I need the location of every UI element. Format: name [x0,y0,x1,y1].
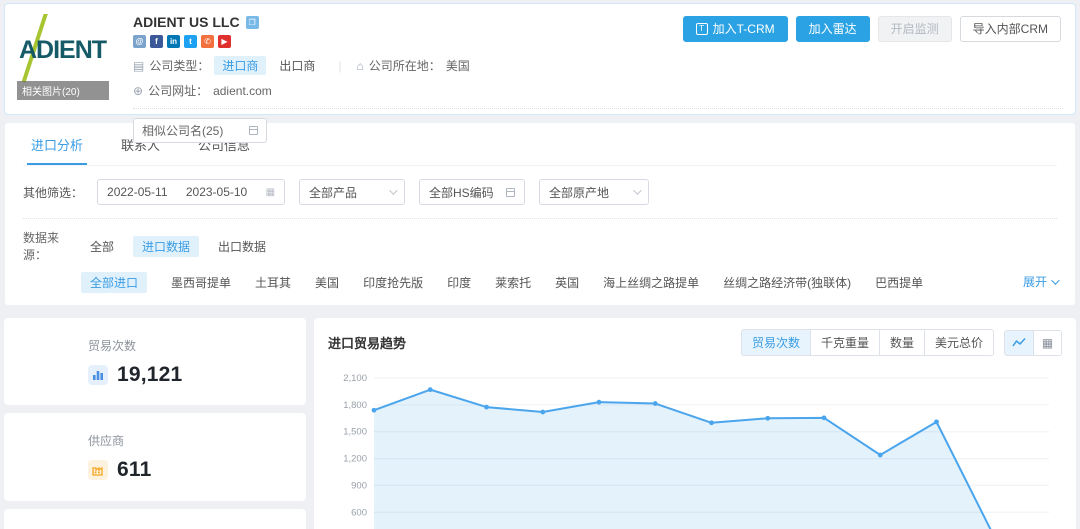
chart-title: 进口贸易趋势 [328,333,741,352]
region-tab-lesotho[interactable]: 莱索托 [495,274,531,291]
phone-icon[interactable]: ✆ [201,35,214,48]
website-icon[interactable]: @ [133,35,146,48]
twitter-icon[interactable]: t [184,35,197,48]
trade-count-label: 贸易次数 [88,337,306,354]
calendar-icon: ▦ [266,187,275,198]
svg-text:900: 900 [351,480,367,491]
filter-row: 其他筛选： 2022-05-11 2023-05-10 ▦ 全部产品 全部HS编… [23,179,1057,205]
chevron-down-icon [389,186,397,194]
region-tab-india[interactable]: 印度 [447,274,471,291]
panel-icon [506,188,515,197]
region-tab-all-import[interactable]: 全部进口 [81,272,147,293]
company-logo: ADIENT 相关图片(20) [17,14,117,104]
svg-text:1,500: 1,500 [343,427,367,438]
data-source-row: 数据来源： 全部 进口数据 出口数据 [23,229,1057,263]
supplier-card: 供应商 611 [4,413,306,500]
svg-text:1,800: 1,800 [343,400,367,411]
svg-text:600: 600 [351,507,367,518]
region-tab-uk[interactable]: 英国 [555,274,579,291]
data-source-label: 数据来源： [23,229,81,263]
logo-text: ADIENT [19,36,106,65]
start-monitor-button[interactable]: 开启监测 [878,16,952,42]
metric-trade-count[interactable]: 贸易次数 [742,330,811,355]
tab-import-analysis[interactable]: 进口分析 [27,123,87,165]
location-value: 美国 [446,57,470,74]
table-view-button[interactable]: ▦ [1033,331,1061,355]
panel-icon [249,126,258,135]
company-type-label: 公司类型： [149,57,209,74]
company-header-card: ADIENT 相关图片(20) ADIENT US LLC ❐ @ f in t… [4,3,1076,115]
last-import-card: 最近一次进口记录 2023-05-05 [4,509,306,529]
youtube-icon[interactable]: ▶ [218,35,231,48]
trade-count-card: 贸易次数 19,121 [4,318,306,405]
date-start: 2022-05-11 [107,185,168,199]
chevron-down-icon [1051,276,1059,284]
view-toggle-group: ▦ [1004,330,1062,356]
globe-icon: ⊕ [133,84,143,98]
company-type-icon: ▤ [133,59,144,73]
copy-icon[interactable]: ❐ [246,16,259,29]
region-tab-india-preview[interactable]: 印度抢先版 [363,274,423,291]
filter-dotted-divider [23,218,1057,219]
meta-divider: | [338,59,341,73]
importer-tag[interactable]: 进口商 [214,56,266,75]
header-dotted-divider [133,108,1063,109]
similar-company-select[interactable]: 相似公司名(25) [133,118,267,143]
metric-quantity[interactable]: 数量 [880,330,925,355]
metric-kg-weight[interactable]: 千克重量 [811,330,880,355]
similar-company-select-label: 相似公司名(25) [142,122,223,139]
metric-usd-total[interactable]: 美元总价 [925,330,993,355]
add-radar-button[interactable]: 加入雷达 [796,16,870,42]
website-label: 公司网址： [148,82,208,99]
filter-label: 其他筛选： [23,184,83,201]
hs-code-select[interactable]: 全部HS编码 [419,179,525,205]
add-tcrm-button[interactable]: T 加入T-CRM [683,16,788,42]
product-select[interactable]: 全部产品 [299,179,405,205]
tcrm-icon: T [696,23,708,35]
website-value[interactable]: adient.com [213,84,272,98]
bar-chart-icon [88,365,108,385]
origin-select[interactable]: 全部原产地 [539,179,649,205]
facebook-icon[interactable]: f [150,35,163,48]
chevron-down-icon [633,186,641,194]
company-name: ADIENT US LLC [133,14,240,30]
trade-count-value: 19,121 [117,363,182,387]
metric-toggle-group: 贸易次数 千克重量 数量 美元总价 [741,329,994,356]
date-end: 2023-05-10 [186,185,247,199]
source-all[interactable]: 全部 [81,236,123,257]
svg-text:1,200: 1,200 [343,454,367,465]
region-tab-maritime-silk-road[interactable]: 海上丝绸之路提单 [603,274,699,291]
source-export-data[interactable]: 出口数据 [209,236,275,257]
grid-icon: ▦ [1042,337,1053,349]
region-tab-turkey[interactable]: 土耳其 [255,274,291,291]
location-label: 公司所在地： [369,57,441,74]
related-images-badge[interactable]: 相关图片(20) [17,81,109,100]
stats-column: 贸易次数 19,121 供应商 611 最近一次进口记录 [4,318,306,529]
analysis-panel: 进口分析 联系人 公司信息 其他筛选： 2022-05-11 2023-05-1… [4,122,1076,306]
supplier-label: 供应商 [88,432,306,449]
region-tab-mexico-bol[interactable]: 墨西哥提单 [171,274,231,291]
region-tabs: 全部进口 墨西哥提单 土耳其 美国 印度抢先版 印度 莱索托 英国 海上丝绸之路… [23,272,1057,293]
source-import-data[interactable]: 进口数据 [133,236,199,257]
line-chart-view-button[interactable] [1005,331,1033,355]
import-crm-button[interactable]: 导入内部CRM [960,16,1061,42]
region-tab-brazil-bol[interactable]: 巴西提单 [875,274,923,291]
exporter-tag[interactable]: 出口商 [271,56,323,75]
date-range-picker[interactable]: 2022-05-11 2023-05-10 ▦ [97,179,285,205]
region-tab-silk-road-belt[interactable]: 丝绸之路经济带(独联体) [723,274,851,291]
import-trend-card: 进口贸易趋势 贸易次数 千克重量 数量 美元总价 ▦ 03006009001,2… [314,318,1076,529]
linkedin-icon[interactable]: in [167,35,180,48]
factory-icon [88,460,108,480]
location-icon: ⌂ [357,59,364,73]
supplier-value: 611 [117,458,151,482]
svg-text:2,100: 2,100 [343,373,367,384]
expand-link[interactable]: 展开 [1023,273,1057,290]
region-tab-usa[interactable]: 美国 [315,274,339,291]
header-action-buttons: T 加入T-CRM 加入雷达 开启监测 导入内部CRM [683,16,1061,42]
trend-line-chart[interactable]: 03006009001,2001,5001,8002,1002022-05202… [328,364,1061,529]
